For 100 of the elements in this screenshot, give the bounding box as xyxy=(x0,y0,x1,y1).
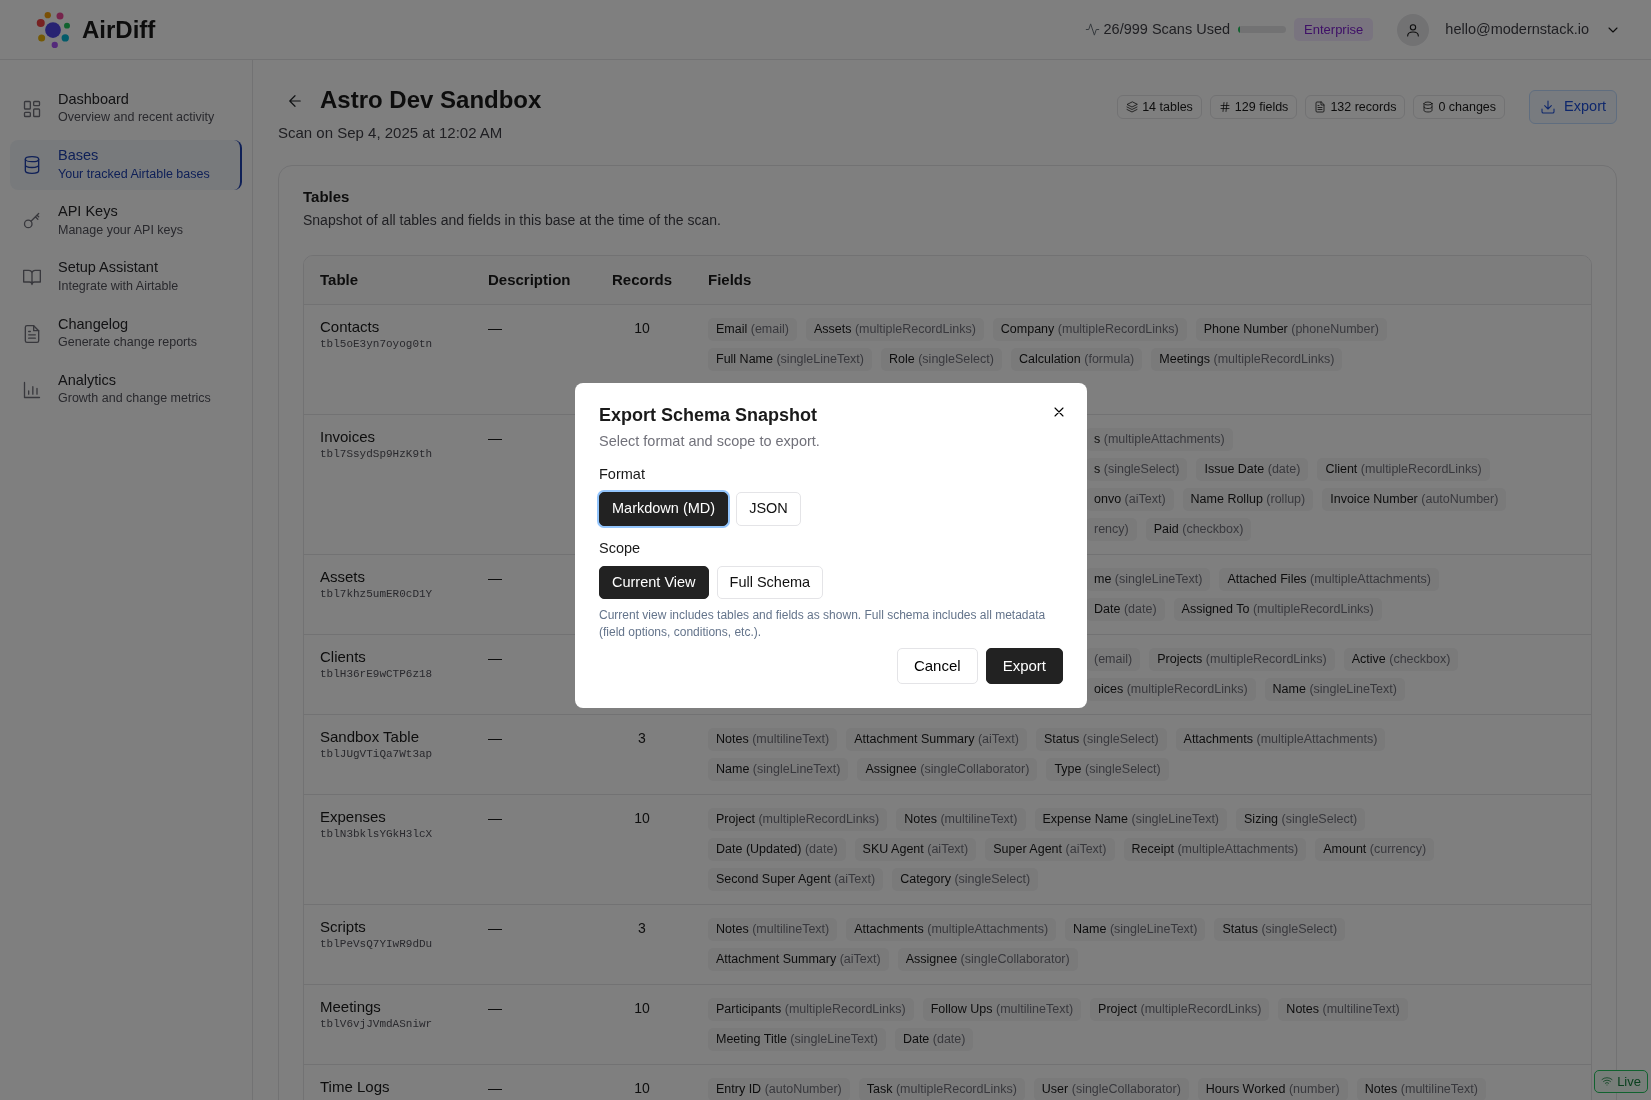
stat-badge: 129 fields xyxy=(1209,94,1298,120)
description-text: — xyxy=(488,730,502,746)
record-count: 3 xyxy=(638,730,646,746)
field-tag: Attachments (multipleAttachments) xyxy=(1175,728,1386,751)
record-count: 3 xyxy=(638,920,646,936)
field-tag: Full Name (singleLineText) xyxy=(708,348,872,371)
database-icon xyxy=(1422,100,1435,113)
document-icon xyxy=(22,323,42,344)
description-text: — xyxy=(488,570,502,586)
sidebar-item[interactable]: Setup Assistant Integrate with Airtable xyxy=(10,252,242,303)
option-button[interactable]: Markdown (MD) xyxy=(599,492,729,526)
table-id: tblPeVsQ7YIwR9dDu xyxy=(320,937,434,952)
field-tag: User (singleCollaborator) xyxy=(1033,1078,1189,1100)
field-tag: Notes (multilineText) xyxy=(1278,998,1408,1021)
field-tag: Assets (multipleRecordLinks) xyxy=(805,318,984,341)
dialog-title: Export Schema Snapshot xyxy=(599,405,818,427)
field-tag: Date (Updated) (date) xyxy=(708,838,846,861)
field-tag: Project (multipleRecordLinks) xyxy=(1090,998,1270,1021)
field-tag: Assignee (singleCollaborator) xyxy=(857,758,1038,781)
field-tag: Notes (multilineText) xyxy=(1356,1078,1486,1100)
scan-date: Scan on Sep 4, 2025 at 12:02 AM xyxy=(278,123,504,143)
user-avatar[interactable] xyxy=(1397,13,1430,46)
stat-badge: 132 records xyxy=(1305,94,1406,120)
hash-icon xyxy=(1218,100,1231,113)
cancel-button[interactable]: Cancel xyxy=(896,647,978,685)
section-title: Tables xyxy=(303,187,351,206)
usage-text: 26/999 Scans Used xyxy=(1103,19,1231,39)
table-id: tblN3bklsYGkH3lcX xyxy=(320,827,434,842)
field-tag: Projects (multipleRecordLinks) xyxy=(1149,648,1335,671)
field-tag: Notes (multilineText) xyxy=(708,918,838,941)
activity-icon xyxy=(1084,22,1100,37)
field-tag: Name (singleLineText) xyxy=(1065,918,1206,941)
field-tag: Expense Name (singleLineText) xyxy=(1034,808,1227,831)
table-id: tblH36rE9wCTP6z18 xyxy=(320,667,434,682)
table-id: tblV6vjJVmdASniwr xyxy=(320,1017,434,1032)
option-button[interactable]: JSON xyxy=(736,492,801,526)
user-email[interactable]: hello@modernstack.io xyxy=(1445,18,1589,41)
field-tag: Second Super Agent (aiText) xyxy=(708,868,884,891)
field-tag: Attachments (multipleAttachments) xyxy=(846,918,1057,941)
table-id: tblJUgVTiQa7Wt3ap xyxy=(320,747,434,762)
table-name: Meetings xyxy=(320,998,382,1016)
field-tag: Follow Ups (multilineText) xyxy=(922,998,1082,1021)
export-button[interactable]: Export xyxy=(1529,90,1617,124)
field-tag: Receipt (multipleAttachments) xyxy=(1123,838,1307,861)
live-status-badge: Live xyxy=(1594,1069,1648,1093)
field-tag: Name Rollup (rollup) xyxy=(1182,488,1314,511)
stat-badge: 0 changes xyxy=(1413,94,1506,120)
field-tag: Invoice Number (autoNumber) xyxy=(1322,488,1507,511)
sidebar-item[interactable]: Changelog Generate change reports xyxy=(10,308,242,359)
dialog-subtitle: Select format and scope to export. xyxy=(599,431,821,451)
field-label: Format xyxy=(599,465,646,485)
sidebar-item[interactable]: Dashboard Overview and recent activity xyxy=(10,84,242,135)
field-tag: Role (singleSelect) xyxy=(881,348,1002,371)
field-tag: Assignee (singleCollaborator) xyxy=(897,948,1078,971)
description-text: — xyxy=(488,650,502,666)
field-tag: Notes (multilineText) xyxy=(708,728,838,751)
database-icon xyxy=(22,155,42,176)
table-name: Assets xyxy=(320,568,366,586)
table-name: Clients xyxy=(320,648,367,666)
description-text: — xyxy=(488,430,502,446)
field-tag: Active (checkbox) xyxy=(1343,648,1459,671)
sidebar-item[interactable]: Analytics Growth and change metrics xyxy=(10,364,242,415)
field-tag: Meeting Title (singleLineText) xyxy=(708,1028,886,1051)
field-tag: Meetings (multipleRecordLinks) xyxy=(1151,348,1343,371)
field-tag: Date (date) xyxy=(894,1028,974,1051)
field-tag: Company (multipleRecordLinks) xyxy=(992,318,1187,341)
description-text: — xyxy=(488,920,502,936)
field-tag: Sizing (singleSelect) xyxy=(1236,808,1366,831)
section-subtitle: Snapshot of all tables and fields in this base at the time of the scan. xyxy=(303,210,722,230)
field-tag: Amount (currency) xyxy=(1315,838,1435,861)
option-button[interactable]: Full Schema xyxy=(716,565,824,600)
table-name: Time Logs xyxy=(320,1078,391,1096)
field-tag: Participants (multipleRecordLinks) xyxy=(708,998,914,1021)
page-title: Astro Dev Sandbox xyxy=(320,85,542,115)
record-count: 10 xyxy=(634,810,650,826)
field-tag: Status (singleSelect) xyxy=(1214,918,1346,941)
field-tag: Type (singleSelect) xyxy=(1046,758,1169,781)
field-tag: oices (multipleRecordLinks) xyxy=(1086,678,1256,701)
table-name: Invoices xyxy=(320,428,377,446)
field-tag: Attachment Summary (aiText) xyxy=(708,948,889,971)
field-tag: Date (date) xyxy=(1086,598,1165,621)
user-icon xyxy=(1405,21,1422,38)
record-count: 10 xyxy=(634,1080,650,1096)
field-tag: Status (singleSelect) xyxy=(1035,728,1167,751)
option-button[interactable]: Current View xyxy=(599,565,709,600)
book-icon xyxy=(22,267,42,288)
field-label: Scope xyxy=(599,538,642,558)
field-tag: Notes (multilineText) xyxy=(896,808,1026,831)
field-tag: Project (multipleRecordLinks) xyxy=(708,808,888,831)
field-tag: Entry ID (autoNumber) xyxy=(708,1078,850,1100)
export-button[interactable]: Export xyxy=(985,647,1063,685)
field-tag: Paid (checkbox) xyxy=(1145,518,1252,541)
field-tag: Phone Number (phoneNumber) xyxy=(1195,318,1387,341)
sidebar-item[interactable]: Bases Your tracked Airtable bases xyxy=(10,140,242,191)
field-tag: Hours Worked (number) xyxy=(1197,1078,1348,1100)
field-tag: Issue Date (date) xyxy=(1196,458,1309,481)
field-tag: Email (email) xyxy=(708,318,797,341)
table-id: tbl7SsydSp9HzK9th xyxy=(320,447,434,462)
sidebar-item[interactable]: API Keys Manage your API keys xyxy=(10,196,242,247)
help-text: Current view includes tables and fields as shown. Full schema includes all metadata (field options, conditions, etc.). xyxy=(599,607,1047,640)
